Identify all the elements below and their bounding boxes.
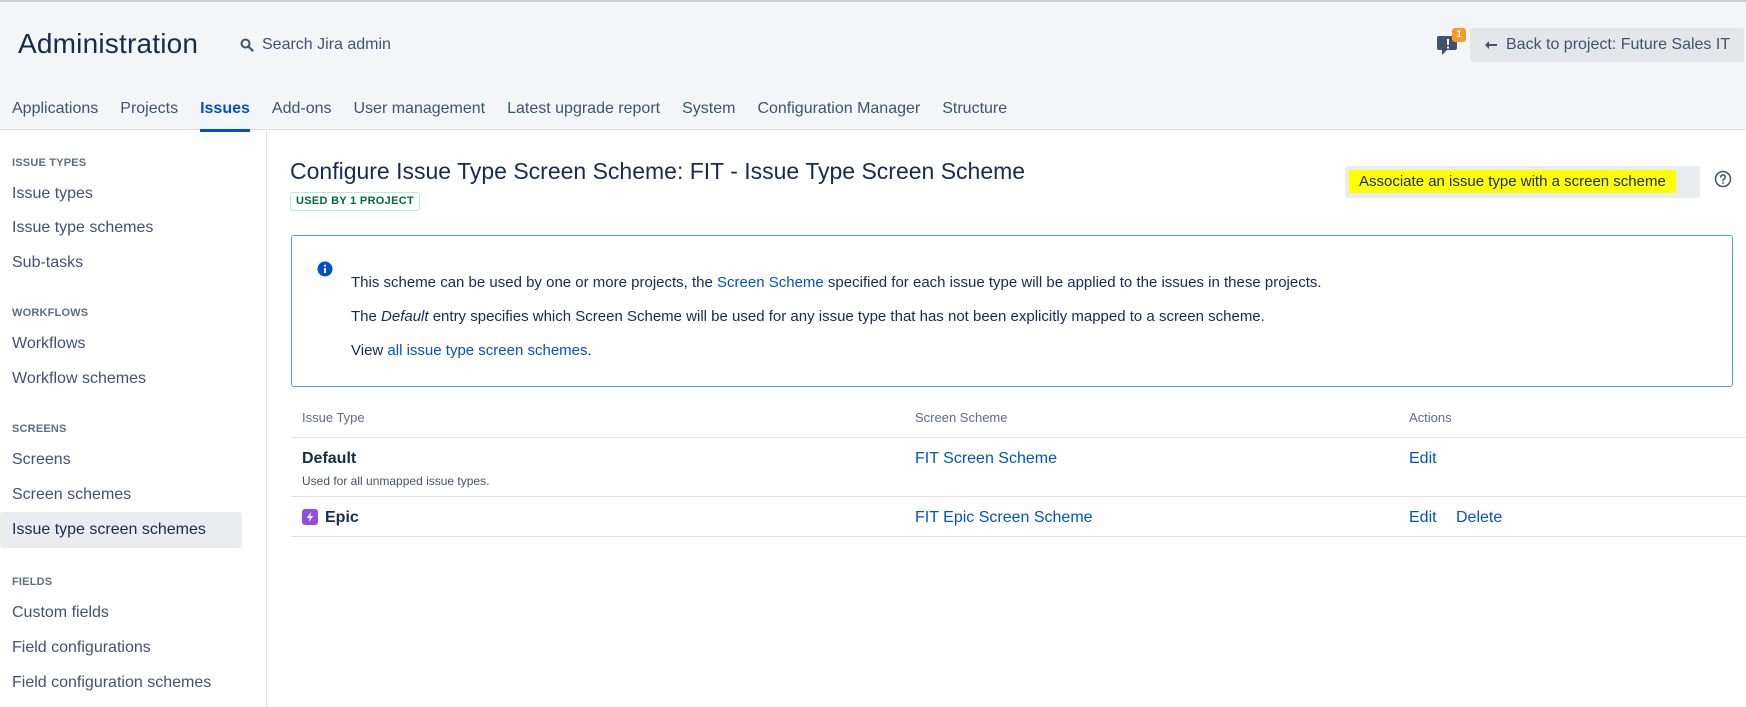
sidebar-heading-issue-types: ISSUE TYPES — [12, 157, 87, 169]
sidebar-heading-fields: FIELDS — [12, 576, 53, 588]
admin-nav-tabs: Applications Projects Issues Add-ons Use… — [12, 100, 1018, 132]
epic-lightning-icon — [302, 509, 318, 525]
row-epic-screen-scheme-link[interactable]: FIT Epic Screen Scheme — [915, 509, 1093, 527]
sidebar-item-field-configurations[interactable]: Field configurations — [12, 639, 151, 657]
sidebar-item-field-configuration-schemes[interactable]: Field configuration schemes — [12, 674, 211, 692]
row-default-edit-link[interactable]: Edit — [1409, 450, 1437, 468]
tab-configuration-manager[interactable]: Configuration Manager — [746, 100, 931, 132]
sidebar-item-screens[interactable]: Screens — [12, 451, 71, 469]
info-line-3: View all issue type screen schemes. — [351, 342, 592, 359]
column-header-screen-scheme: Screen Scheme — [915, 410, 1008, 425]
table-header-divider — [291, 437, 1746, 438]
tab-structure[interactable]: Structure — [931, 100, 1018, 132]
search-icon — [240, 38, 254, 52]
back-to-project-button[interactable]: Back to project: Future Sales IT — [1470, 28, 1745, 62]
associate-button-label: Associate an issue type with a screen sc… — [1349, 170, 1676, 193]
sidebar-item-workflows[interactable]: Workflows — [12, 335, 86, 353]
sidebar-item-screen-schemes[interactable]: Screen schemes — [12, 486, 131, 504]
sidebar-item-issue-type-schemes[interactable]: Issue type schemes — [12, 219, 153, 237]
row-default-issue-type: Default — [302, 450, 357, 467]
used-by-lozenge[interactable]: USED BY 1 PROJECT — [290, 192, 420, 211]
admin-header: Administration Search Jira admin 1 Back … — [0, 0, 1746, 132]
tab-latest-upgrade-report[interactable]: Latest upgrade report — [496, 100, 671, 132]
table-row-divider — [291, 536, 1746, 537]
admin-sidebar: ISSUE TYPES Issue types Issue type schem… — [0, 130, 267, 707]
sidebar-heading-workflows: WORKFLOWS — [12, 307, 89, 319]
info-icon — [317, 261, 333, 277]
info-line-1: This scheme can be used by one or more p… — [351, 274, 1322, 291]
sidebar-item-workflow-schemes[interactable]: Workflow schemes — [12, 370, 146, 388]
sidebar-item-issue-type-screen-schemes[interactable]: Issue type screen schemes — [0, 512, 242, 548]
column-header-issue-type: Issue Type — [302, 410, 365, 425]
tab-add-ons[interactable]: Add-ons — [261, 100, 343, 132]
sidebar-item-custom-fields[interactable]: Custom fields — [12, 604, 109, 622]
tab-issues[interactable]: Issues — [189, 100, 261, 132]
sidebar-item-issue-types[interactable]: Issue types — [12, 185, 93, 203]
row-epic-issue-type: Epic — [325, 509, 359, 526]
row-epic-delete-link[interactable]: Delete — [1456, 509, 1502, 527]
back-arrow-icon — [1485, 41, 1497, 49]
page-header-title: Administration — [18, 28, 199, 59]
info-message: This scheme can be used by one or more p… — [291, 235, 1733, 387]
row-default-description: Used for all unmapped issue types. — [302, 474, 490, 488]
tab-projects[interactable]: Projects — [109, 100, 189, 132]
table-row-divider — [291, 496, 1746, 497]
search-placeholder: Search Jira admin — [262, 36, 391, 53]
sidebar-item-sub-tasks[interactable]: Sub-tasks — [12, 254, 83, 272]
info-line-2: The Default entry specifies which Screen… — [351, 308, 1265, 325]
tab-user-management[interactable]: User management — [342, 100, 496, 132]
screen-scheme-link[interactable]: Screen Scheme — [717, 274, 824, 291]
notification-button[interactable]: 1 — [1436, 28, 1466, 58]
back-button-label: Back to project: Future Sales IT — [1506, 36, 1731, 53]
page-title: Configure Issue Type Screen Scheme: FIT … — [290, 158, 1026, 184]
sidebar-heading-screens: SCREENS — [12, 423, 67, 435]
search-jira-admin[interactable]: Search Jira admin — [240, 36, 391, 54]
column-header-actions: Actions — [1409, 410, 1452, 425]
help-icon[interactable] — [1714, 170, 1732, 188]
row-epic-edit-link[interactable]: Edit — [1409, 509, 1437, 527]
notification-badge: 1 — [1452, 28, 1466, 42]
tab-applications[interactable]: Applications — [12, 100, 109, 132]
associate-issue-type-button[interactable]: Associate an issue type with a screen sc… — [1345, 166, 1700, 198]
all-issue-type-screen-schemes-link[interactable]: all issue type screen schemes — [387, 342, 587, 359]
tab-system[interactable]: System — [671, 100, 746, 132]
row-default-screen-scheme-link[interactable]: FIT Screen Scheme — [915, 450, 1057, 468]
